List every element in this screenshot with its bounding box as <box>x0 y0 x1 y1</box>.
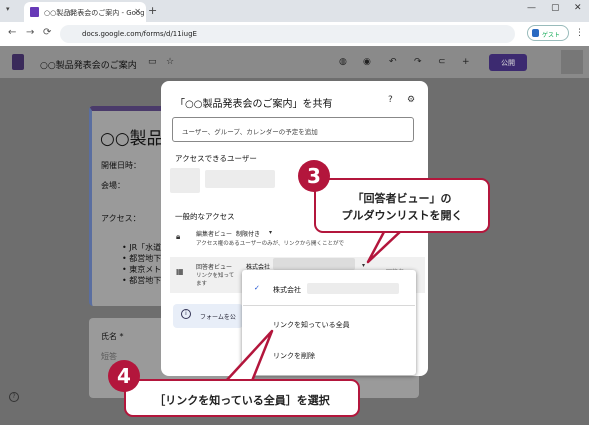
step3-line1: 「回答者ビュー」の <box>352 192 452 205</box>
step3-callout: 「回答者ビュー」の プルダウンリストを開く <box>314 178 490 233</box>
callout-pointers <box>224 228 404 383</box>
step4-badge: 4 <box>108 360 140 392</box>
step3-line2: プルダウンリストを開く <box>341 209 463 222</box>
step4-callout: ［リンクを知っている全員］を選択 <box>124 379 360 417</box>
callout3-pointer <box>366 228 404 264</box>
step3-badge: 3 <box>298 160 330 192</box>
callout4-pointer <box>224 329 274 383</box>
